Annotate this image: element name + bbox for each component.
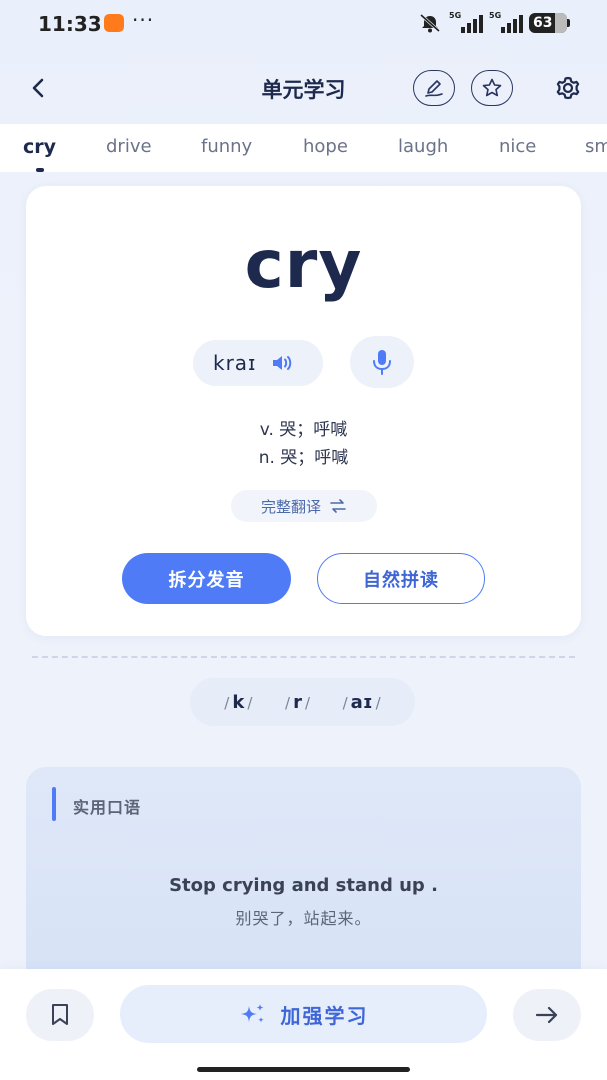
example-translation: 别哭了，站起来。 bbox=[235, 909, 372, 928]
phonics-button[interactable]: 自然拼读 bbox=[317, 553, 485, 604]
favorite-button[interactable] bbox=[471, 70, 513, 106]
header: 单元学习 bbox=[0, 60, 607, 116]
full-translation-button[interactable]: 完整翻译 bbox=[231, 490, 377, 522]
tab-cry[interactable]: cry bbox=[23, 136, 56, 158]
word-text: cry bbox=[244, 226, 363, 303]
status-bar: 11:33 ··· 5G 5G 63 bbox=[0, 0, 607, 46]
status-right: 5G 5G 63 bbox=[417, 11, 570, 34]
section-title: 实用口语 bbox=[73, 798, 142, 817]
record-button[interactable] bbox=[350, 336, 414, 388]
tab-sm[interactable]: sm bbox=[585, 136, 607, 157]
gear-icon bbox=[556, 76, 580, 100]
tab-drive[interactable]: drive bbox=[106, 136, 152, 157]
bookmark-icon bbox=[52, 1004, 68, 1025]
battery-level: 63 bbox=[533, 15, 553, 31]
battery-icon: 63 bbox=[529, 13, 570, 33]
definition-noun: n. 哭；呼喊 bbox=[258, 448, 349, 468]
signal-icon: 5G bbox=[449, 11, 483, 33]
enhanced-study-button[interactable]: 加强学习 bbox=[120, 985, 487, 1043]
section-marker bbox=[52, 787, 56, 821]
spoken-phrase-card: 实用口语 Stop crying and stand up . 别哭了，站起来。 bbox=[26, 767, 581, 997]
star-icon bbox=[482, 78, 502, 97]
tab-funny[interactable]: funny bbox=[201, 136, 252, 157]
phoneme-item[interactable]: / r / bbox=[285, 692, 310, 713]
definition-verb: v. 哭；呼喊 bbox=[259, 420, 348, 440]
swap-arrows-icon bbox=[330, 499, 346, 513]
divider bbox=[32, 656, 575, 658]
tab-hope[interactable]: hope bbox=[303, 136, 348, 157]
bookmark-button[interactable] bbox=[26, 989, 94, 1041]
next-word-button[interactable] bbox=[513, 989, 581, 1041]
definitions: v. 哭；呼喊 n. 哭；呼喊 bbox=[26, 416, 581, 472]
microphone-icon bbox=[373, 350, 391, 375]
active-tab-indicator bbox=[36, 168, 44, 172]
app-notification-icon bbox=[104, 14, 124, 32]
full-translation-label: 完整翻译 bbox=[260, 497, 321, 516]
split-pronunciation-button[interactable]: 拆分发音 bbox=[122, 553, 291, 604]
tab-nice[interactable]: nice bbox=[499, 136, 536, 157]
pen-icon bbox=[425, 80, 443, 97]
enhanced-study-label: 加强学习 bbox=[280, 1003, 369, 1028]
sparkle-icon bbox=[240, 1004, 264, 1023]
mute-bell-icon bbox=[420, 13, 440, 33]
page-title: 单元学习 bbox=[261, 78, 346, 102]
phoneme-split: / k / / r / / aɪ / bbox=[190, 678, 415, 726]
status-time: 11:33 bbox=[38, 12, 102, 36]
home-indicator[interactable] bbox=[197, 1067, 410, 1072]
settings-button[interactable] bbox=[549, 70, 587, 108]
note-edit-button[interactable] bbox=[413, 70, 455, 106]
word-tabs: cry drive funny hope laugh nice sm bbox=[0, 124, 607, 172]
phonetic-text: kraɪ bbox=[213, 351, 257, 375]
phoneme-item[interactable]: / aɪ / bbox=[343, 692, 381, 713]
phonetic-play-button[interactable]: kraɪ bbox=[193, 340, 323, 386]
bottom-bar: 加强学习 bbox=[0, 969, 607, 1080]
app-screen: 11:33 ··· 5G 5G 63 单元学习 cry drive funny … bbox=[0, 0, 607, 1080]
signal-icon-2: 5G bbox=[489, 11, 523, 33]
speaker-icon bbox=[272, 356, 291, 370]
word-card: cry kraɪ v. 哭；呼喊 n. 哭；呼喊 完整翻译 拆分发音 自然拼读 bbox=[26, 186, 581, 636]
tab-laugh[interactable]: laugh bbox=[398, 136, 448, 157]
more-notifications-icon: ··· bbox=[132, 8, 155, 32]
phoneme-item[interactable]: / k / bbox=[224, 692, 252, 713]
example-sentence[interactable]: Stop crying and stand up . bbox=[26, 875, 581, 896]
arrow-right-icon bbox=[535, 1006, 558, 1024]
